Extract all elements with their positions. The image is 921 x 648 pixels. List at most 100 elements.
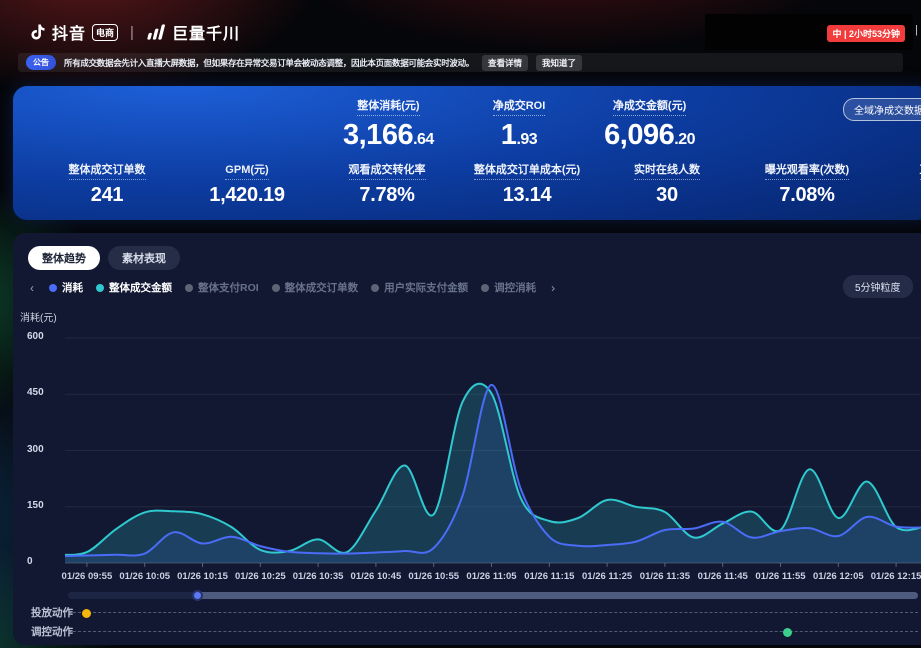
chart-scrollbar[interactable]: [68, 592, 918, 599]
stat-value: 6,096.20: [604, 119, 695, 152]
qianchuan-brand: 巨量千川: [146, 20, 240, 44]
logo-divider: |: [130, 24, 134, 41]
x-tick-label: 01/26 12:15: [871, 571, 921, 582]
stat-value: 3,166.64: [343, 119, 434, 152]
x-tick-label: 01/26 10:25: [235, 571, 286, 582]
legend-dot-icon: [96, 284, 104, 292]
stat-label-text: 整体成交订单成本(元): [474, 161, 580, 180]
tab-overall-trend[interactable]: 整体趋势: [28, 246, 100, 270]
stat-label: GPM(元): [177, 160, 317, 180]
legend-dot-icon: [185, 284, 193, 292]
legend-item-1[interactable]: 整体成交金额: [96, 280, 172, 295]
action-dot[interactable]: [783, 628, 792, 637]
primary-stat: 净成交金额(元) 6,096.20: [604, 96, 695, 152]
x-tick-label: 01/26 11:05: [466, 571, 517, 582]
legend-dot-icon: [49, 284, 57, 292]
stat-value-int: 3,166: [343, 119, 413, 151]
douyin-logo-text: 抖音: [52, 20, 86, 44]
legend-item-label: 整体成交金额: [109, 280, 172, 295]
legend-prev-arrow[interactable]: ‹: [28, 281, 36, 295]
secondary-stat: 实时在线人数30: [597, 160, 737, 207]
trend-chart[interactable]: 01/26 09:5501/26 10:0501/26 10:1501/26 1…: [52, 328, 921, 584]
scope-selector[interactable]: 全域净成交数据: [843, 98, 921, 121]
stat-value: 3,0: [877, 184, 921, 207]
action-dot[interactable]: [82, 609, 91, 618]
legend-dot-icon: [481, 284, 489, 292]
stat-value: 1.93: [493, 119, 546, 152]
stat-label: 净成交金额(元): [613, 97, 686, 116]
timeline-row-label: 投放动作: [31, 605, 73, 620]
dismiss-button[interactable]: 我知道了: [536, 55, 582, 71]
x-tick-label: 01/26 11:45: [698, 571, 749, 582]
stat-label: 直播间整体: [877, 160, 921, 180]
x-tick-label: 01/26 10:15: [177, 571, 228, 582]
stat-value: 1,420.19: [177, 184, 317, 207]
stat-value-int: 6,096: [604, 119, 674, 151]
granularity-selector[interactable]: 5分钟粒度: [843, 275, 913, 298]
legend-items: 消耗 整体成交金额整体支付ROI 整体成交订单数 用户实际支付金额 调控消耗: [49, 280, 536, 295]
ecommerce-badge: 电商: [92, 24, 118, 41]
douyin-brand: 抖音 电商: [28, 20, 118, 44]
stat-value-int: 1: [501, 119, 517, 151]
legend-row: ‹ 消耗 整体成交金额整体支付ROI 整体成交订单数 用户实际支付金额 调控消耗 ›: [28, 280, 557, 295]
stat-label: 净成交ROI: [493, 97, 546, 116]
secondary-stat: 直播间整体 3,0: [877, 160, 921, 207]
announcement-text: 所有成交数据会先计入直播大屏数据，但如果存在异常交易订单会被动态调整，因此本页面…: [64, 57, 474, 69]
stat-label-text: 观看成交转化率: [349, 161, 426, 180]
tab-material-performance[interactable]: 素材表现: [108, 246, 180, 270]
stat-label-text: 实时在线人数: [634, 161, 700, 180]
scope-selector-label: 全域净成交数据: [854, 102, 921, 117]
secondary-stat: 曝光观看率(次数) 7.08%: [737, 160, 877, 207]
stat-value-dec: .20: [674, 131, 695, 148]
x-tick-label: 01/26 11:15: [524, 571, 575, 582]
legend-next-arrow[interactable]: ›: [549, 281, 557, 295]
legend-dot-icon: [371, 284, 379, 292]
douyin-note-icon: [28, 22, 48, 42]
scrollbar-range[interactable]: [197, 592, 918, 599]
stat-label: 曝光观看率(次数): [737, 160, 877, 180]
top-header: 抖音 电商 | 巨量千川: [28, 16, 240, 48]
stat-value: 241: [37, 184, 177, 207]
secondary-stats-row: 整体成交订单数 241GPM(元) 1,420.19观看成交转化率7.78% 整体成交…: [13, 160, 921, 207]
live-video-preview[interactable]: 中 | 2小时53分钟: [705, 14, 913, 50]
header-right-divider: |: [915, 24, 918, 36]
stat-value-dec: .64: [413, 131, 434, 148]
stat-value-dec: .93: [516, 131, 537, 148]
stat-label: 整体成交订单数: [37, 160, 177, 180]
regulation-actions-row: 调控动作: [13, 624, 921, 638]
trend-card: 整体趋势素材表现 ‹ 消耗 整体成交金额整体支付ROI 整体成交订单数 用户实际支付金…: [13, 233, 921, 645]
view-details-button[interactable]: 查看详情: [482, 55, 528, 71]
legend-item-0[interactable]: 消耗: [49, 280, 83, 295]
legend-item-label: 整体成交订单数: [285, 280, 359, 295]
primary-stat: 整体消耗(元) 3,166.64: [343, 96, 434, 152]
secondary-stat: 整体成交订单数 241: [37, 160, 177, 207]
stat-label: 整体消耗(元): [357, 97, 419, 116]
legend-item-label: 消耗: [62, 280, 83, 295]
x-tick-label: 01/26 10:45: [351, 571, 402, 582]
stat-label-text: 曝光观看率(次数): [765, 161, 849, 180]
x-tick-label: 01/26 11:35: [640, 571, 691, 582]
legend-item-3[interactable]: 整体成交订单数: [272, 280, 359, 295]
primary-stat: 净成交ROI 1.93: [493, 96, 546, 152]
secondary-stat: 观看成交转化率7.78%: [317, 160, 457, 207]
delivery-actions-row: 投放动作: [13, 605, 921, 619]
live-duration-badge: 中 | 2小时53分钟: [827, 25, 905, 42]
stat-value: 13.14: [457, 184, 597, 207]
legend-item-label: 用户实际支付金额: [384, 280, 468, 295]
x-tick-label: 01/26 10:35: [293, 571, 344, 582]
secondary-stat: GPM(元) 1,420.19: [177, 160, 317, 207]
legend-item-label: 调控消耗: [494, 280, 536, 295]
qianchuan-logo-text: 巨量千川: [172, 20, 240, 44]
legend-item-5[interactable]: 调控消耗: [481, 280, 536, 295]
legend-item-2[interactable]: 整体支付ROI: [185, 280, 259, 295]
legend-item-4[interactable]: 用户实际支付金额: [371, 280, 468, 295]
y-axis-title: 消耗(元): [20, 309, 57, 324]
stat-label: 整体成交订单成本(元): [457, 160, 597, 180]
stat-label-text: 整体成交订单数: [69, 161, 146, 180]
stat-label: 观看成交转化率: [317, 160, 457, 180]
stats-panel: 全域净成交数据 整体消耗(元) 3,166.64 净成交ROI 1.93 净成交金额(元…: [13, 86, 921, 220]
stat-value: 7.08%: [737, 184, 877, 207]
scrollbar-handle[interactable]: [192, 590, 203, 601]
timeline-row-label: 调控动作: [31, 624, 73, 639]
qianchuan-bars-icon: [146, 23, 168, 41]
